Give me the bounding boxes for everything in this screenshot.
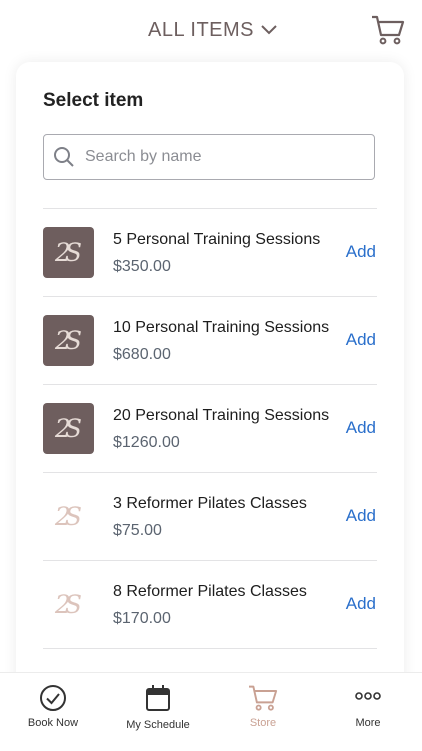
item-price: $350.00 xyxy=(113,258,171,275)
panel-title: Select item xyxy=(43,90,144,111)
list-item: 2S 5 Personal Training Sessions $350.00 … xyxy=(43,208,377,296)
list-item: 2S 20 Personal Training Sessions $1260.0… xyxy=(43,384,377,472)
item-price: $75.00 xyxy=(113,522,162,539)
check-circle-icon xyxy=(40,685,66,711)
search-box[interactable] xyxy=(43,134,375,180)
item-name: 20 Personal Training Sessions xyxy=(113,407,330,424)
item-name: 5 Personal Training Sessions xyxy=(113,231,321,248)
item-logo: 2S xyxy=(43,227,94,278)
nav-label: More xyxy=(355,717,381,729)
add-button[interactable]: Add xyxy=(346,242,376,262)
add-button[interactable]: Add xyxy=(346,418,376,438)
nav-store[interactable]: Store xyxy=(218,673,308,751)
category-dropdown[interactable]: ALL ITEMS xyxy=(148,17,278,43)
item-logo: 2S xyxy=(43,403,94,454)
add-button[interactable]: Add xyxy=(346,506,376,526)
chevron-down-icon xyxy=(261,25,277,35)
category-title: ALL ITEMS xyxy=(148,18,255,41)
add-button[interactable]: Add xyxy=(346,594,376,614)
item-price: $680.00 xyxy=(113,346,171,363)
item-name: 3 Reformer Pilates Classes xyxy=(113,495,307,512)
item-logo: 2S xyxy=(43,491,94,542)
bottom-nav: Book Now My Schedule Store More xyxy=(0,672,422,751)
list-item: 2S 10 Personal Training Sessions $680.00… xyxy=(43,296,377,384)
cart-icon[interactable] xyxy=(371,14,405,46)
list-item: 2S 8 Reformer Pilates Classes $170.00 Ad… xyxy=(43,560,377,648)
item-price: $170.00 xyxy=(113,610,171,627)
search-input[interactable] xyxy=(83,147,357,167)
item-logo: 2S xyxy=(43,579,94,630)
nav-book-now[interactable]: Book Now xyxy=(8,673,98,751)
item-name: 10 Personal Training Sessions xyxy=(113,319,330,336)
nav-more[interactable]: More xyxy=(323,673,413,751)
nav-label: Book Now xyxy=(27,717,79,729)
nav-label: My Schedule xyxy=(126,719,190,731)
item-list: 2S 5 Personal Training Sessions $350.00 … xyxy=(43,208,377,712)
item-name: 8 Reformer Pilates Classes xyxy=(113,583,307,600)
calendar-icon xyxy=(146,685,170,711)
item-price: $1260.00 xyxy=(113,434,180,451)
cart-icon xyxy=(249,685,278,711)
nav-label: Store xyxy=(249,717,277,729)
select-item-panel: Select item 2S 5 Personal Training Sessi… xyxy=(16,62,404,712)
nav-my-schedule[interactable]: My Schedule xyxy=(113,673,203,751)
more-dots-icon xyxy=(355,692,381,700)
add-button[interactable]: Add xyxy=(346,330,376,350)
top-bar: ALL ITEMS xyxy=(0,0,422,60)
item-logo: 2S xyxy=(43,315,94,366)
search-icon xyxy=(54,147,74,167)
list-item: 2S 3 Reformer Pilates Classes $75.00 Add xyxy=(43,472,377,560)
